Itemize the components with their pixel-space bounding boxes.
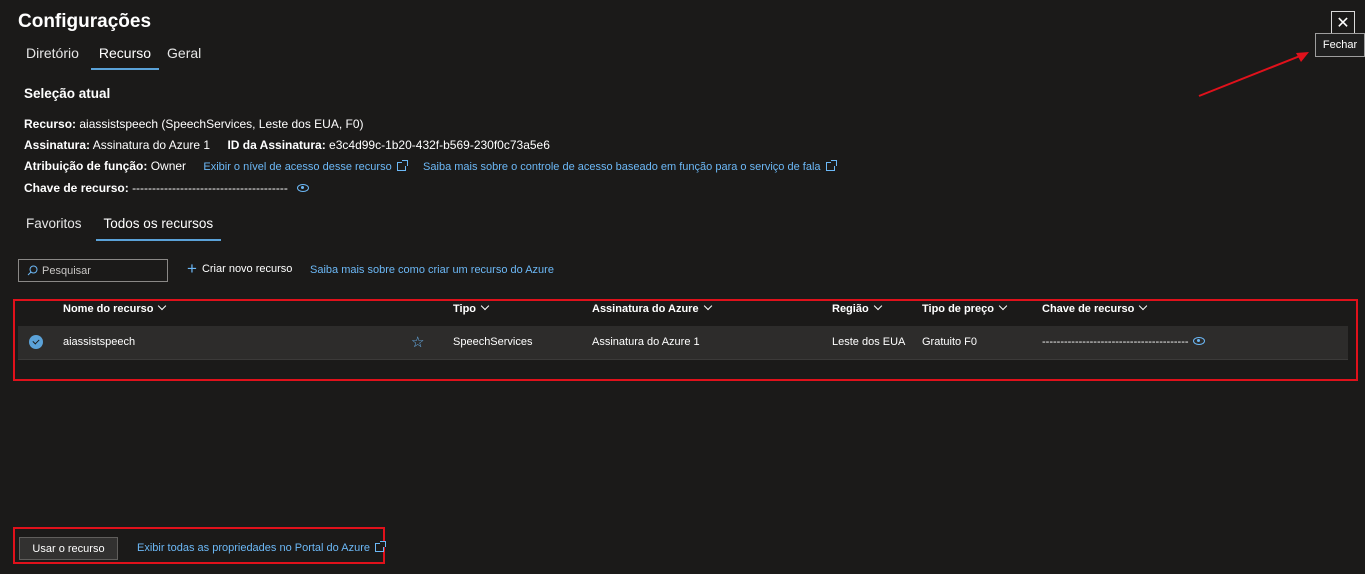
close-icon: ✕ — [1336, 15, 1350, 32]
tab-favoritos[interactable]: Favoritos — [18, 216, 90, 239]
main-tabs: Diretório Recurso Geral — [18, 44, 209, 70]
column-header-label: Região — [832, 303, 869, 315]
subscription-label: Assinatura: — [24, 138, 91, 152]
rbac-link[interactable]: Saiba mais sobre o controle de acesso ba… — [423, 160, 837, 173]
current-selection-title: Seleção atual — [24, 86, 111, 101]
column-header-label: Chave de recurso — [1042, 303, 1135, 315]
access-level-link[interactable]: Exibir o nível de acesso desse recurso — [203, 160, 408, 173]
learn-create-link[interactable]: Saiba mais sobre como criar um recurso d… — [310, 264, 554, 276]
column-header-name[interactable]: Nome do recurso — [63, 301, 167, 315]
subscription-info: Assinatura: Assinatura do Azure 1 ID da … — [24, 138, 550, 152]
close-button[interactable]: ✕ — [1331, 11, 1355, 35]
column-header-label: Tipo — [453, 303, 477, 315]
eye-icon[interactable] — [297, 184, 310, 192]
external-link-icon — [825, 160, 837, 171]
column-header-label: Nome do recurso — [63, 303, 154, 315]
key-value: --------------------------------------- — [132, 181, 288, 195]
key-label: Chave de recurso: — [24, 181, 129, 195]
search-input[interactable] — [38, 263, 154, 278]
star-icon[interactable]: ☆ — [411, 333, 424, 351]
cell-resource-name: aiassistspeech — [63, 336, 136, 348]
subscription-id-label: ID da Assinatura: — [227, 138, 326, 152]
create-resource-button[interactable]: + Criar novo recurso — [187, 259, 293, 278]
portal-link-text: Exibir todas as propriedades no Portal d… — [137, 542, 370, 554]
chevron-down-icon — [480, 301, 490, 311]
cell-subscription: Assinatura do Azure 1 — [592, 336, 700, 348]
subscription-value: Assinatura do Azure 1 — [92, 138, 211, 152]
chevron-down-icon — [703, 301, 712, 311]
checkmark-icon[interactable] — [29, 335, 43, 349]
plus-icon: + — [187, 259, 197, 278]
column-header-region[interactable]: Região — [832, 301, 882, 315]
external-link-icon — [374, 541, 386, 552]
role-value: Owner — [150, 159, 187, 173]
search-box[interactable] — [18, 259, 168, 282]
tab-todos-os-recursos[interactable]: Todos os recursos — [95, 216, 222, 241]
close-tooltip: Fechar — [1315, 33, 1365, 57]
use-resource-button[interactable]: Usar o recurso — [19, 537, 118, 560]
tab-recurso[interactable]: Recurso — [90, 44, 160, 70]
role-label: Atribuição de função: — [24, 159, 148, 173]
column-header-label: Tipo de preço — [922, 303, 994, 315]
cell-type: SpeechServices — [453, 336, 533, 348]
subscription-id-value: e3c4d99c-1b20-432f-b569-230f0c73a5e6 — [329, 138, 550, 152]
resource-value: aiassistspeech (SpeechServices, Leste do… — [79, 117, 364, 131]
chevron-down-icon — [1139, 301, 1148, 311]
rbac-link-text: Saiba mais sobre o controle de acesso ba… — [423, 161, 821, 173]
column-header-label: Assinatura do Azure — [592, 303, 699, 315]
annotation-arrow — [1198, 52, 1309, 97]
column-header-subscription[interactable]: Assinatura do Azure — [592, 301, 712, 315]
chevron-down-icon — [873, 301, 882, 311]
column-header-key[interactable]: Chave de recurso — [1042, 301, 1148, 315]
column-header-pricing[interactable]: Tipo de preço — [922, 301, 1008, 315]
tab-diretorio[interactable]: Diretório — [18, 44, 87, 68]
cell-key-value: ---------------------------------------- — [1042, 336, 1189, 348]
external-link-icon — [396, 160, 408, 171]
cell-pricing: Gratuito F0 — [922, 336, 978, 348]
chevron-down-icon — [158, 301, 167, 311]
create-resource-label: Criar novo recurso — [201, 263, 293, 275]
cell-key: ---------------------------------------- — [1042, 336, 1205, 348]
access-level-link-text: Exibir o nível de acesso desse recurso — [203, 161, 392, 173]
page-title: Configurações — [18, 11, 152, 32]
column-header-type[interactable]: Tipo — [453, 301, 490, 315]
key-info: Chave de recurso: ----------------------… — [24, 181, 310, 195]
chevron-down-icon — [998, 301, 1008, 311]
resource-label: Recurso: — [24, 117, 77, 131]
tab-geral[interactable]: Geral — [159, 44, 209, 68]
role-info: Atribuição de função: Owner Exibir o nív… — [24, 159, 837, 173]
portal-link[interactable]: Exibir todas as propriedades no Portal d… — [137, 541, 386, 554]
eye-icon[interactable] — [1192, 337, 1205, 345]
resource-tabs: Favoritos Todos os recursos — [18, 216, 222, 241]
resource-info: Recurso: aiassistspeech (SpeechServices,… — [24, 117, 364, 131]
cell-region: Leste dos EUA — [832, 336, 906, 348]
search-icon — [27, 265, 38, 276]
